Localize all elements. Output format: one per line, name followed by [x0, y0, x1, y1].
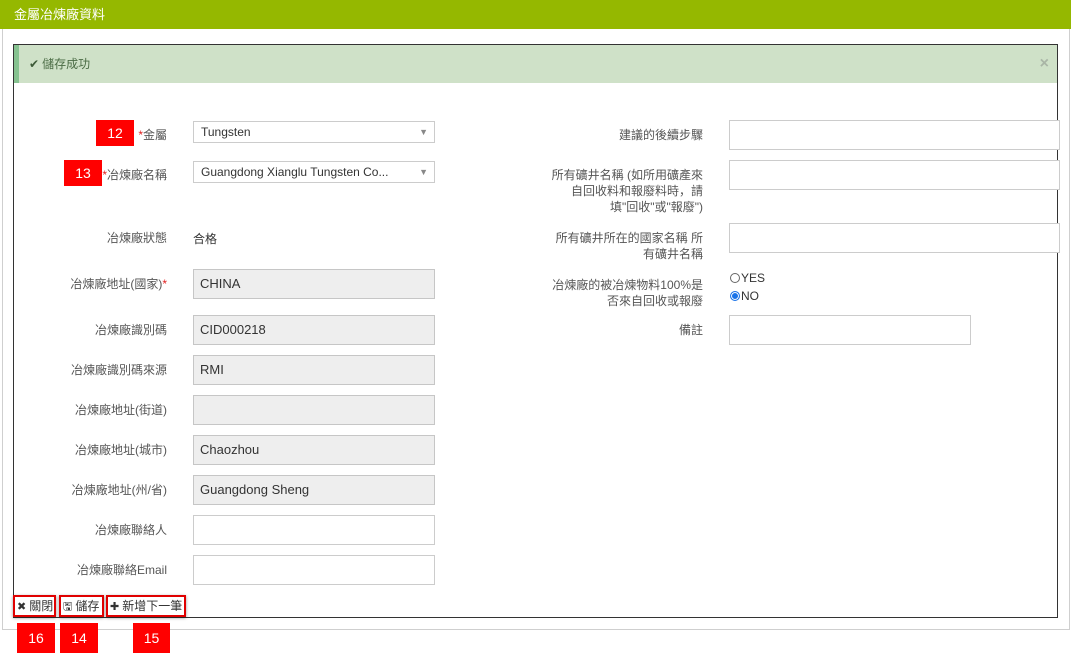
annotation-badge-14: 14 [60, 623, 98, 653]
chevron-down-icon: ▼ [419, 167, 428, 177]
recycled-yes-radio[interactable] [730, 273, 740, 283]
city-label: 冶煉廠地址(城市) [75, 443, 167, 457]
id-source-label: 冶煉廠識別碼來源 [70, 363, 167, 377]
contact-input[interactable] [193, 515, 435, 545]
annotation-badge-15: 15 [133, 623, 170, 653]
recycled-no-radio[interactable] [730, 291, 740, 301]
smelter-status-label: 冶煉廠狀態 [106, 231, 167, 245]
city-field[interactable]: Chaozhou [193, 435, 435, 465]
check-icon: ✔ [29, 57, 40, 71]
id-source-field[interactable]: RMI [193, 355, 435, 385]
recycled-label: 冶煉廠的被冶煉物料100%是 否來自回收或報廢 [552, 278, 703, 308]
close-button[interactable]: ✖ 關閉 [13, 595, 56, 617]
smelter-id-field[interactable]: CID000218 [193, 315, 435, 345]
remarks-label: 備註 [678, 323, 703, 337]
close-icon[interactable]: × [1040, 45, 1049, 83]
page-header: 金屬冶煉廠資料 [0, 0, 1071, 29]
success-alert: ✔ 儲存成功 × [14, 45, 1057, 83]
street-label: 冶煉廠地址(街道) [75, 403, 167, 417]
plus-icon: ✚ [110, 601, 120, 613]
contact-email-input[interactable] [193, 555, 435, 585]
country-label: 冶煉廠地址(國家)* [70, 277, 167, 291]
metal-label: *金屬 [138, 128, 167, 142]
next-steps-input[interactable] [729, 120, 1060, 150]
mine-names-label: 所有礦井名稱 (如所用礦產來 自回收料和報廢料時，請 填"回收"或"報廢") [551, 168, 703, 214]
alert-message: 儲存成功 [42, 57, 91, 71]
country-field[interactable]: CHINA [193, 269, 435, 299]
annotation-badge-13: 13 [64, 160, 102, 186]
contact-label: 冶煉廠聯絡人 [94, 523, 167, 537]
smelter-id-label: 冶煉廠識別碼 [94, 323, 167, 337]
page-title: 金屬冶煉廠資料 [14, 7, 106, 22]
annotation-badge-16: 16 [17, 623, 55, 653]
smelter-name-label: *冶煉廠名稱 [102, 168, 167, 182]
close-icon: ✖ [17, 601, 27, 613]
province-field[interactable]: Guangdong Sheng [193, 475, 435, 505]
mine-names-input[interactable] [729, 160, 1060, 190]
mine-country-label: 所有礦井所在的國家名稱 所 有礦井名稱 [555, 231, 703, 261]
smelter-status-value: 合格 [193, 232, 218, 246]
save-icon: 🖫 [63, 601, 73, 613]
province-label: 冶煉廠地址(州/省) [71, 483, 167, 497]
street-field[interactable] [193, 395, 435, 425]
mine-country-input[interactable] [729, 223, 1060, 253]
contact-email-label: 冶煉廠聯絡Email [76, 563, 167, 577]
save-button[interactable]: 🖫 儲存 [59, 595, 104, 617]
remarks-input[interactable] [729, 315, 971, 345]
annotation-badge-12: 12 [96, 120, 134, 146]
chevron-down-icon: ▼ [419, 127, 428, 137]
next-steps-label: 建議的後續步驟 [618, 128, 703, 142]
recycled-yes-option[interactable]: YES [730, 271, 765, 285]
smelter-name-select[interactable]: Guangdong Xianglu Tungsten Co... ▼ [193, 161, 435, 183]
metal-select[interactable]: Tungsten ▼ [193, 121, 435, 143]
recycled-no-option[interactable]: NO [730, 289, 759, 303]
add-next-button[interactable]: ✚ 新增下一筆 [106, 595, 186, 617]
